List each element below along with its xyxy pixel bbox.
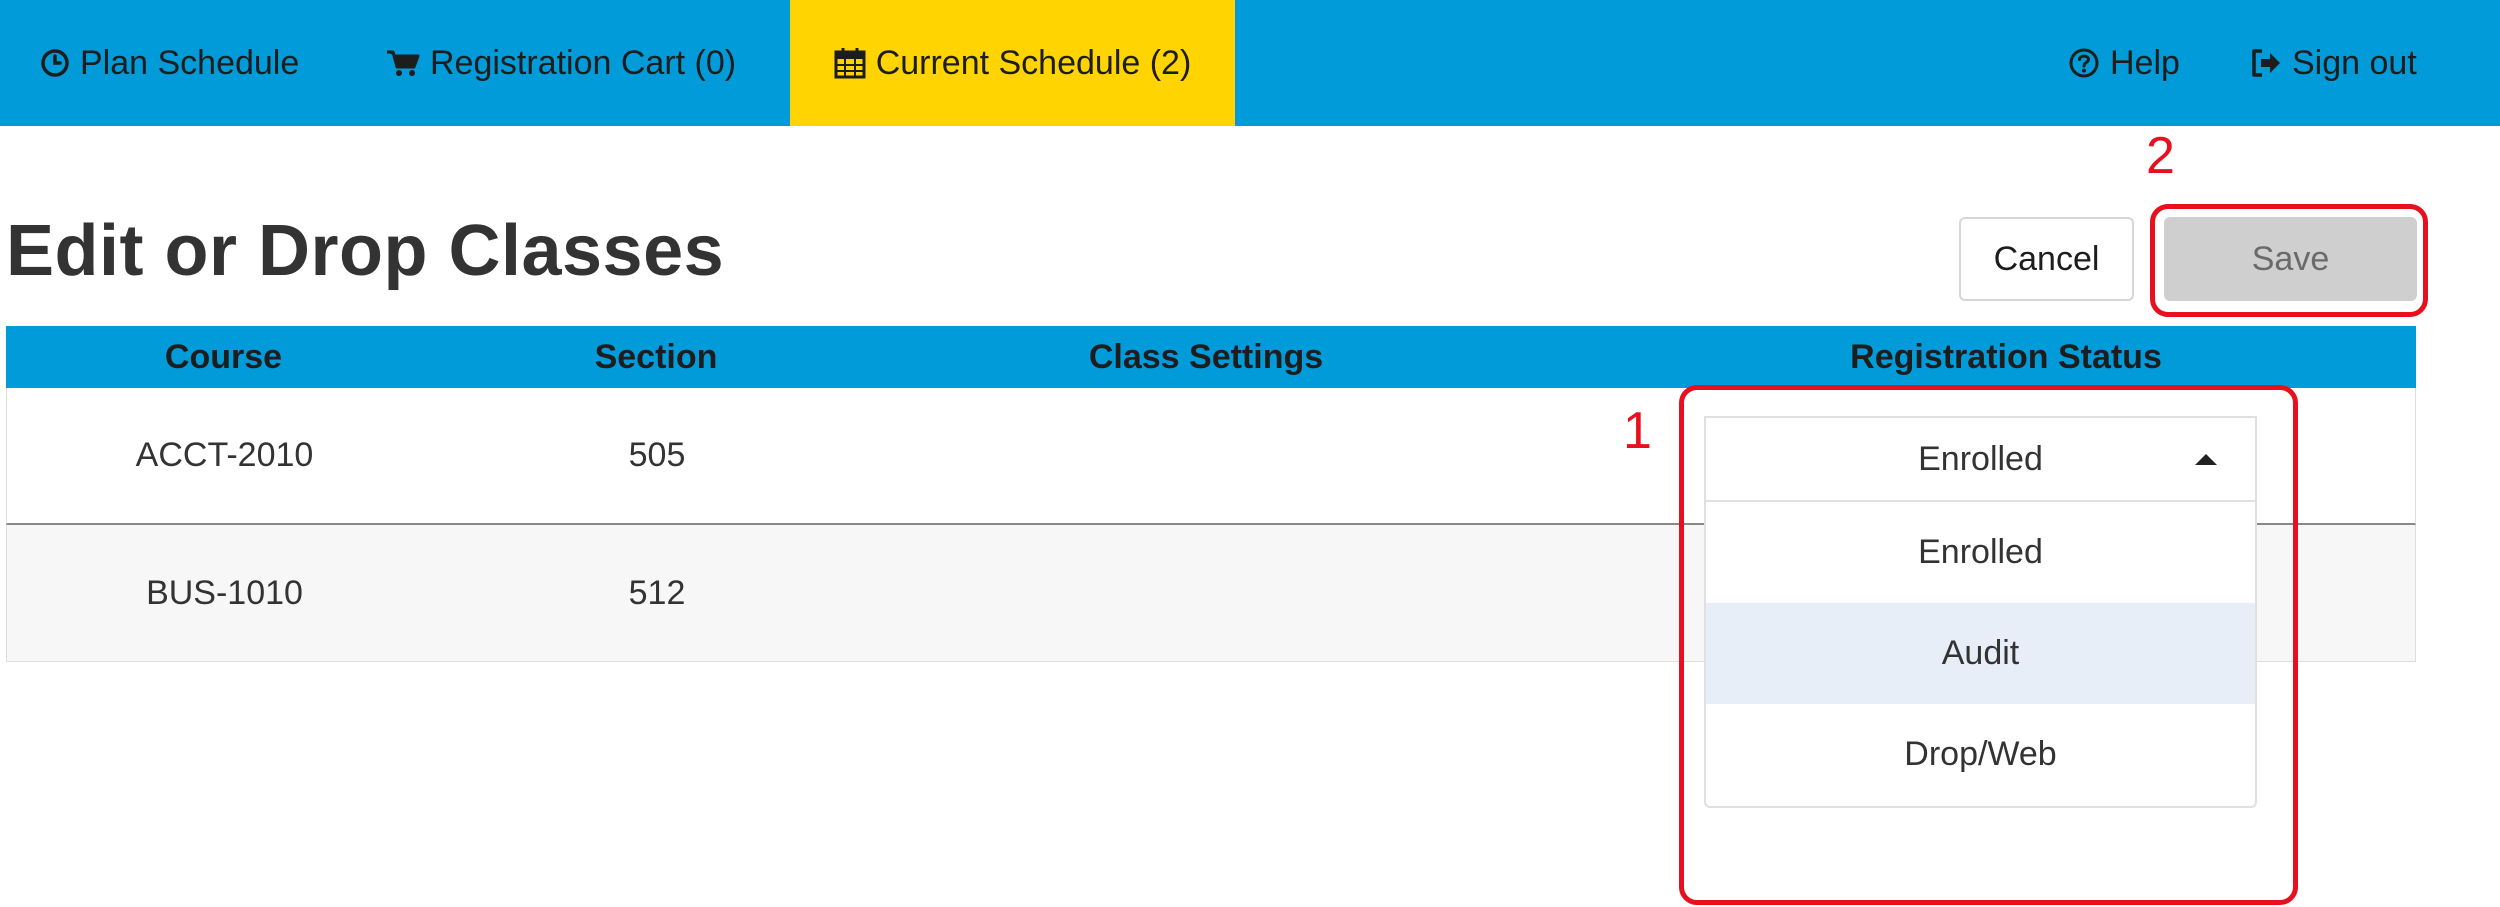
nav-current-schedule-label: Current Schedule (2) (875, 43, 1192, 82)
nav-sign-out[interactable]: Sign out (2250, 0, 2417, 126)
section-cell: 505 (628, 436, 686, 474)
column-header-class-settings: Class Settings (1088, 337, 1324, 376)
callout-box-1 (1679, 385, 2298, 905)
cancel-button[interactable]: Cancel (1959, 217, 2134, 301)
callout-number-1: 1 (1623, 402, 1652, 460)
calendar-icon (834, 47, 866, 79)
question-circle-icon (2068, 47, 2100, 79)
class-settings-cell (872, 525, 1542, 661)
class-settings-cell (872, 388, 1542, 523)
table-header: Course Section Class Settings Registrati… (6, 326, 2416, 388)
clock-icon (40, 48, 70, 78)
nav-plan-schedule-label: Plan Schedule (80, 43, 300, 82)
callout-number-2: 2 (2146, 127, 2175, 185)
nav-sign-out-label: Sign out (2292, 43, 2417, 82)
nav-registration-cart-label: Registration Cart (0) (430, 43, 737, 82)
nav-current-schedule[interactable]: Current Schedule (2) (790, 0, 1235, 126)
sign-out-icon (2250, 48, 2282, 78)
nav-plan-schedule[interactable]: Plan Schedule (40, 0, 299, 126)
section-cell: 512 (628, 573, 686, 612)
column-header-section: Section (594, 337, 718, 376)
column-header-course: Course (164, 337, 283, 376)
cart-icon (386, 48, 420, 78)
course-cell: ACCT-2010 (135, 436, 314, 474)
page-title: Edit or Drop Classes (6, 211, 725, 291)
course-cell: BUS-1010 (146, 573, 303, 612)
nav-registration-cart[interactable]: Registration Cart (0) (386, 0, 736, 126)
column-header-registration-status: Registration Status (1850, 337, 2162, 376)
callout-box-2 (2150, 204, 2428, 317)
top-nav: Plan Schedule Registration Cart (0) Curr… (0, 0, 2500, 126)
nav-help[interactable]: Help (2068, 0, 2180, 126)
nav-help-label: Help (2110, 43, 2180, 82)
